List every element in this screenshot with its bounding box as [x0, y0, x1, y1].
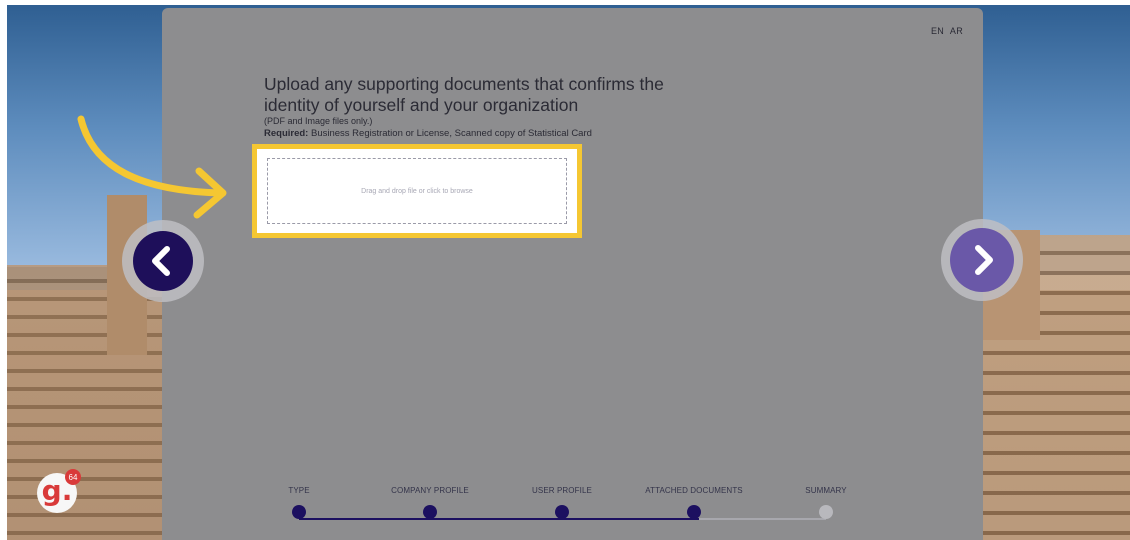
- chevron-right-icon: [975, 245, 993, 275]
- next-button[interactable]: [941, 219, 1023, 301]
- registration-dialog: EN AR Upload any supporting documents th…: [162, 8, 983, 540]
- dropzone-highlight: Drag and drop file or click to browse: [252, 144, 582, 238]
- required-text: Business Registration or License, Scanne…: [310, 128, 592, 139]
- step-label: COMPANY PROFILE: [391, 486, 469, 495]
- step-company-profile[interactable]: COMPANY PROFILE: [360, 486, 500, 519]
- notification-badge: 64: [65, 469, 81, 485]
- step-dot: [423, 505, 437, 519]
- app-frame: EN AR Upload any supporting documents th…: [7, 5, 1130, 540]
- required-label: Required:: [264, 128, 309, 139]
- step-label: USER PROFILE: [532, 486, 592, 495]
- file-dropzone[interactable]: Drag and drop file or click to browse: [267, 158, 567, 224]
- step-type[interactable]: TYPE: [229, 486, 369, 519]
- step-label: SUMMARY: [805, 486, 847, 495]
- step-label: ATTACHED DOCUMENTS: [645, 486, 743, 495]
- previous-button[interactable]: [122, 220, 204, 302]
- file-types-note: (PDF and Image files only.): [264, 116, 373, 126]
- step-user-profile[interactable]: USER PROFILE: [492, 486, 632, 519]
- step-summary[interactable]: SUMMARY: [756, 486, 896, 519]
- step-dot: [292, 505, 306, 519]
- language-ar-link[interactable]: AR: [950, 26, 963, 36]
- progress-stepper: TYPE COMPANY PROFILE USER PROFILE ATTACH…: [162, 486, 983, 540]
- step-dot: [555, 505, 569, 519]
- chevron-left-icon: [152, 246, 170, 276]
- required-documents-note: Required: Business Registration or Licen…: [264, 128, 592, 139]
- dropzone-text: Drag and drop file or click to browse: [361, 187, 473, 195]
- language-en-link[interactable]: EN: [931, 26, 944, 36]
- upload-title: Upload any supporting documents that con…: [264, 74, 664, 115]
- step-attached-documents[interactable]: ATTACHED DOCUMENTS: [624, 486, 764, 519]
- app-logo[interactable]: g. 64: [37, 469, 81, 513]
- curved-arrow-icon: [77, 115, 227, 219]
- step-label: TYPE: [288, 486, 310, 495]
- step-dot: [819, 505, 833, 519]
- language-switcher: EN AR: [928, 26, 963, 36]
- step-dot: [687, 505, 701, 519]
